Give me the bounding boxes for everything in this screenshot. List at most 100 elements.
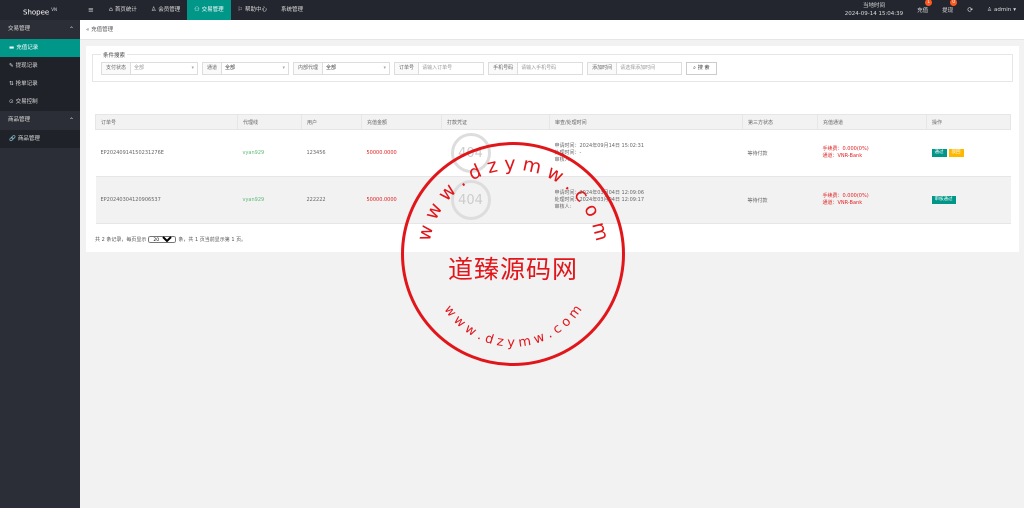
- watermark-stamp: w w w . d z y m w . c o m w w w . d z y …: [401, 142, 625, 366]
- pay-status-select[interactable]: 支付状态 全部 ▾: [101, 62, 199, 75]
- chevron-down-icon: ▾: [282, 65, 286, 71]
- watermark-ring-bottom: w w w . d z y m w . c o m: [441, 302, 586, 350]
- col-agent: 代理线: [237, 114, 302, 130]
- agent-select[interactable]: 内部代理 全部 ▾: [293, 62, 391, 75]
- sidebar-item-goods[interactable]: 🔗 商品管理: [0, 130, 80, 148]
- pager-suffix: 条，共 1 页当前显示第 1 页。: [178, 237, 247, 243]
- time-input-placeholder[interactable]: 请选择添加时间: [617, 63, 681, 74]
- col-third-status: 第三方状态: [742, 114, 818, 130]
- chevron-up-icon: ⌃: [68, 117, 74, 124]
- back-icon[interactable]: «: [86, 27, 89, 33]
- breadcrumb: « 充值管理: [80, 20, 1024, 40]
- logo-sup: VN: [51, 7, 57, 12]
- search-button-label: 搜 索: [697, 65, 710, 71]
- cell-order: EP20240914150231276E: [95, 129, 238, 177]
- col-actions: 操作: [926, 114, 1011, 130]
- col-amount: 充值金额: [361, 114, 442, 130]
- watermark-center-text: 道臻源码网: [447, 255, 578, 284]
- order-number-field[interactable]: 订单号 请输入订单号: [394, 62, 485, 75]
- nav-label: 首页统计: [114, 7, 137, 13]
- circle-icon: ⊙: [9, 99, 14, 105]
- approved-button[interactable]: 审核通过: [931, 196, 956, 204]
- sidebar-group-goods[interactable]: 商品管理 ⌃: [0, 111, 80, 130]
- sidebar-group-trade[interactable]: 交易管理 ⌃: [0, 20, 80, 39]
- refresh-icon[interactable]: ⟳: [967, 6, 973, 14]
- top-nav: ⌂ 首页统计 ♙ 会员管理 ⚇ 交易管理 ⚐ 帮助中心 系统管理: [102, 0, 310, 20]
- local-time-label: 当地时间: [862, 3, 885, 9]
- cell-actions: 审核通过: [926, 176, 1011, 224]
- sidebar-group-label: 商品管理: [8, 117, 31, 123]
- recharge-label: 充值: [917, 8, 929, 14]
- nav-help[interactable]: ⚐ 帮助中心: [231, 0, 274, 20]
- table-header-row: 订单号 代理线 用户 充值金额 打款凭证 审查/处理时间 第三方状态 充值通道 …: [95, 114, 1011, 130]
- search-title: 条件搜索: [101, 51, 128, 59]
- cell-channel: 手续费：0.000(0%) 通道：VNR-Bank: [817, 129, 927, 177]
- order-input-placeholder[interactable]: 请输入订单号: [419, 63, 483, 74]
- top-right: 当地时间 2024-09-14 15:04:39 充值 1 提现 0 ⟳ ♙ admi…: [845, 0, 1024, 20]
- nav-home-stats[interactable]: ⌂ 首页统计: [102, 0, 144, 20]
- logo[interactable]: Shopee VN: [0, 0, 80, 20]
- recharge-link[interactable]: 充值 1: [917, 0, 933, 14]
- watermark-ring-top: w w w . d z y m w . c o m: [413, 153, 613, 243]
- col-order: 订单号: [95, 114, 238, 130]
- phone-field[interactable]: 手机号码 请输入手机号码: [488, 62, 584, 75]
- cell-agent: vyan929: [237, 129, 302, 177]
- field-label: 支付状态: [102, 63, 132, 74]
- reject-button[interactable]: 驳回: [948, 149, 964, 157]
- sidebar: 交易管理 ⌃ ▬ 充值记录 ✎ 提现记录 ⇅ 抢单记录 ⊙ 交易控制 商品管理 ⌃ 🔗 商品管…: [0, 20, 80, 508]
- trade-icon: ⚇: [194, 6, 200, 13]
- nav-label: 会员管理: [158, 7, 181, 13]
- field-label: 添加时间: [588, 63, 618, 74]
- withdraw-link[interactable]: 提现 0: [942, 0, 958, 14]
- withdraw-badge: 0: [950, 0, 958, 6]
- sidebar-item-label: 提现记录: [15, 63, 38, 69]
- user-menu[interactable]: ♙ admin ▾: [987, 7, 1016, 13]
- page-size-select[interactable]: 20: [148, 236, 177, 243]
- field-label: 通道: [203, 63, 223, 74]
- sidebar-item-trade-control[interactable]: ⊙ 交易控制: [0, 93, 80, 111]
- fee: 手续费：0.000(0%): [822, 146, 869, 152]
- link-icon: 🔗: [9, 136, 16, 142]
- time-field[interactable]: 添加时间 请选择添加时间: [587, 62, 683, 75]
- col-proof: 打款凭证: [441, 114, 550, 130]
- cell-third-status: 等待付款: [742, 129, 818, 177]
- phone-input-placeholder[interactable]: 请输入手机号码: [518, 63, 582, 74]
- field-value: 全部 ▾: [222, 63, 288, 74]
- chevron-down-icon: ▾: [191, 65, 195, 71]
- local-time: 当地时间 2024-09-14 15:04:39: [845, 2, 903, 18]
- nav-members[interactable]: ♙ 会员管理: [144, 0, 187, 20]
- nav-label: 帮助中心: [245, 7, 268, 13]
- user-icon: ♙: [150, 6, 157, 13]
- sidebar-group-label: 交易管理: [8, 26, 31, 32]
- sidebar-item-orders[interactable]: ⇅ 抢单记录: [0, 75, 80, 93]
- local-time-value: 2024-09-14 15:04:39: [844, 11, 904, 17]
- sidebar-item-recharge[interactable]: ▬ 充值记录: [0, 39, 80, 57]
- search-icon: ⌕: [693, 65, 696, 71]
- top-bar: Shopee VN ≡ ⌂ 首页统计 ♙ 会员管理 ⚇ 交易管理 ⚐ 帮助中心 系统管理 …: [0, 0, 1024, 20]
- nav-label: 系统管理: [281, 7, 304, 13]
- breadcrumb-label: 充值管理: [91, 27, 114, 33]
- col-channel: 充值通道: [817, 114, 927, 130]
- sidebar-item-label: 交易控制: [15, 99, 38, 105]
- sidebar-item-withdraw[interactable]: ✎ 提现记录: [0, 57, 80, 75]
- nav-system[interactable]: 系统管理: [274, 0, 310, 20]
- col-time: 审查/处理时间: [549, 114, 743, 130]
- cell-third-status: 等待付款: [742, 176, 818, 224]
- field-label: 订单号: [395, 63, 420, 74]
- chevron-up-icon: ⌃: [68, 26, 74, 33]
- user-name: admin: [994, 7, 1012, 13]
- channel-select[interactable]: 通道 全部 ▾: [202, 62, 290, 75]
- field-value-text: 全部: [225, 65, 236, 71]
- nav-trade[interactable]: ⚇ 交易管理: [187, 0, 231, 20]
- menu-toggle-icon[interactable]: ≡: [88, 0, 94, 20]
- pagination: 共 2 条记录，每页显示 20 条，共 1 页当前显示第 1 页。: [95, 236, 246, 243]
- field-label: 内部代理: [294, 63, 324, 74]
- recharge-badge: 1: [925, 0, 933, 6]
- approve-button[interactable]: 通过: [931, 149, 947, 157]
- pager-prefix: 共 2 条记录，每页显示: [95, 237, 147, 243]
- search-button[interactable]: ⌕ 搜 索: [686, 62, 717, 75]
- field-value: 全部 ▾: [131, 63, 197, 74]
- user-icon: ♙: [987, 7, 992, 13]
- col-user: 用户: [301, 114, 362, 130]
- svg-text:w w w . d z y m w . c o m: w w w . d z y m w . c o m: [413, 153, 613, 243]
